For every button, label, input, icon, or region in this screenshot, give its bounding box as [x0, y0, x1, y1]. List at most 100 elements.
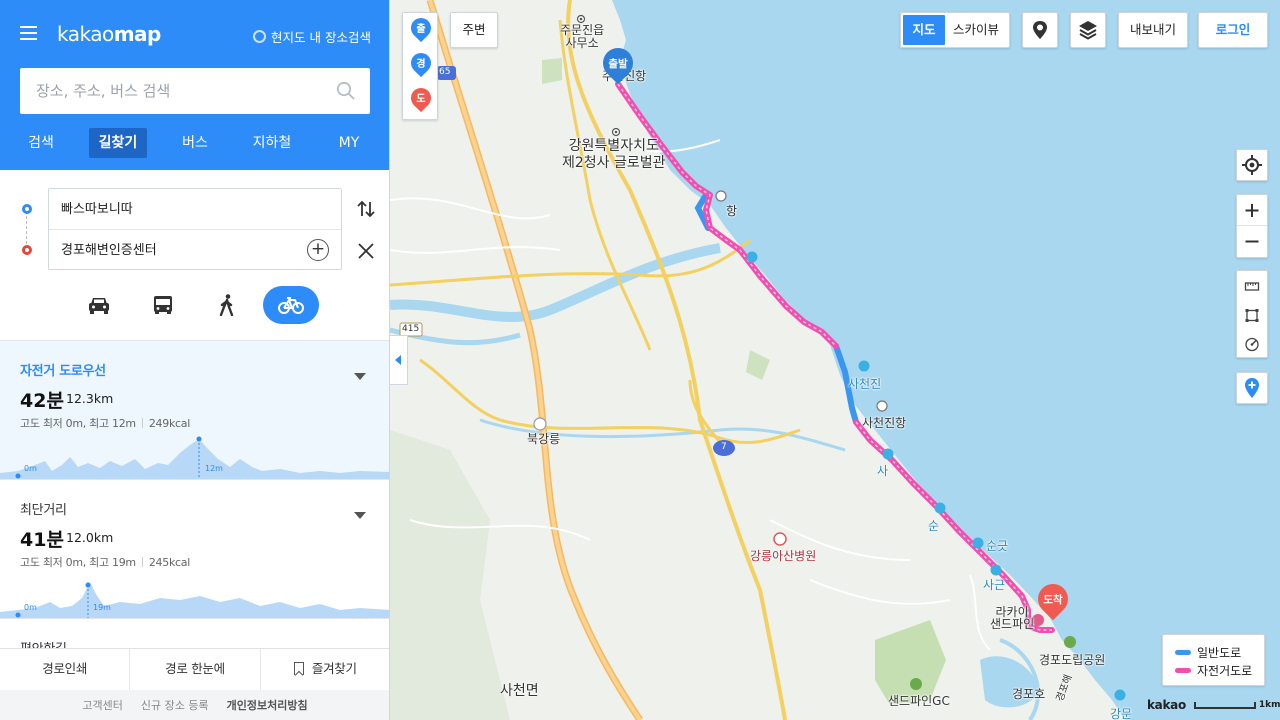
label-sungut[interactable]: 순긋: [986, 537, 1008, 554]
label-hang[interactable]: 항: [726, 202, 737, 219]
label-sandpine[interactable]: 라카이 샌드파인: [990, 606, 1034, 630]
customer-center-link[interactable]: 고객센터: [82, 697, 122, 713]
tab-subway[interactable]: 지하철: [243, 128, 301, 158]
route-time: 41분: [20, 529, 64, 551]
map-tools: [1236, 270, 1268, 358]
minus-icon: [1245, 240, 1259, 243]
label-sandpine-gc[interactable]: 샌드파인GC: [888, 692, 950, 709]
register-place-link[interactable]: 신규 장소 등록: [141, 697, 209, 713]
label-sacheon-myeon[interactable]: 사천면: [500, 683, 539, 700]
search-input[interactable]: [20, 68, 320, 114]
roadview-button[interactable]: [1022, 12, 1058, 48]
main-nav-tabs: 검색 길찾기 버스 지하철 MY: [12, 128, 378, 158]
label-jumunjin-office[interactable]: 주문진읍 사무소: [560, 24, 604, 50]
bookmark-icon: [293, 662, 304, 675]
radius-tool[interactable]: [1237, 330, 1267, 359]
label-gov-office[interactable]: 강원특별자치도 제2청사 글로벌관: [562, 138, 666, 172]
route-option-bike-road[interactable]: 자전거 도로우선 42분 12.3km 고도 최저 0m, 최고 12m 249k…: [0, 340, 389, 480]
start-pin-icon[interactable]: 출: [406, 13, 436, 46]
label-sacheonjin-port[interactable]: 사천진항: [862, 414, 906, 431]
ruler-tool[interactable]: [1237, 272, 1267, 301]
label-gangneung-asan-hospital[interactable]: 강릉아산병원: [750, 547, 816, 564]
nearby-button[interactable]: 주변: [450, 12, 498, 48]
destination-pin-icon[interactable]: 도: [406, 83, 436, 116]
local-search-label: 현지도 내 장소검색: [271, 30, 371, 45]
car-icon[interactable]: [83, 286, 115, 324]
label-gyeongpo-park[interactable]: 경포도립공원: [1039, 651, 1105, 668]
map-scale: kakao 1km: [1147, 698, 1280, 712]
label-sacheonjin[interactable]: 사천진: [848, 375, 881, 392]
map-type-map-button[interactable]: 지도: [903, 15, 945, 45]
layers-button[interactable]: [1070, 12, 1106, 48]
route-form: 빠스따보니따 경포해변인증센터 +: [0, 170, 389, 340]
collapse-panel-button[interactable]: [390, 335, 408, 385]
kakaomap-logo[interactable]: kakaomap: [57, 22, 161, 46]
label-sageun[interactable]: 사근: [983, 576, 1005, 593]
elevation-max-label: 19m: [93, 603, 111, 612]
bike-icon[interactable]: [263, 286, 319, 324]
my-location-button[interactable]: [1236, 149, 1268, 181]
tab-search[interactable]: 검색: [12, 128, 70, 158]
kakao-logo: kakao: [1147, 698, 1186, 712]
tab-bus[interactable]: 버스: [166, 128, 224, 158]
login-button[interactable]: 로그인: [1198, 12, 1268, 48]
legend-label: 자전거도로: [1197, 663, 1253, 678]
label-sun[interactable]: 순: [928, 517, 939, 534]
travel-mode-selector: [67, 286, 323, 324]
elevation-profile-chart: [0, 436, 389, 480]
panel-header: kakaomap 현지도 내 장소검색 검색 길찾기 버스 지하철 MY: [0, 0, 389, 170]
route-option-shortest[interactable]: 최단거리 41분 12.0km 고도 최저 0m, 최고 19m 245kcal …: [0, 479, 389, 619]
calories: 245kcal: [148, 556, 190, 569]
elevation-min-label: 0m: [24, 464, 37, 473]
tab-directions[interactable]: 길찾기: [89, 128, 147, 158]
close-icon[interactable]: [357, 242, 375, 260]
tab-my[interactable]: MY: [320, 128, 378, 158]
route-overview-button[interactable]: 경로 한눈에: [130, 649, 261, 690]
chevron-down-icon[interactable]: [354, 373, 366, 380]
scale-label: 1km: [1258, 700, 1280, 710]
roadview-icon: [1033, 21, 1047, 39]
start-field[interactable]: 빠스따보니따: [49, 189, 341, 230]
side-panel: kakaomap 현지도 내 장소검색 검색 길찾기 버스 지하철 MY: [0, 0, 390, 720]
elevation-min-label: 0m: [24, 603, 37, 612]
bus-icon[interactable]: [147, 286, 179, 324]
privacy-policy-link[interactable]: 개인정보처리방침: [227, 697, 308, 713]
waypoint-pin-icon[interactable]: 경: [406, 48, 436, 81]
walk-icon[interactable]: [211, 286, 243, 324]
compass-icon: [1245, 337, 1259, 352]
hamburger-menu-icon[interactable]: [20, 26, 37, 42]
start-marker-label: 출발: [608, 58, 628, 70]
route-connector-line: [26, 216, 27, 244]
map-type-skyview-button[interactable]: 스카이뷰: [945, 15, 1007, 45]
label-gyeongpo-lake[interactable]: 경포호: [1012, 685, 1045, 702]
swap-icon[interactable]: [356, 199, 376, 219]
road-shield-415: 415: [402, 324, 420, 334]
label-gangmun[interactable]: 강문: [1110, 705, 1132, 720]
favorite-button[interactable]: 즐겨찾기: [261, 649, 389, 690]
area-icon: [1245, 309, 1259, 322]
crosshair-icon: [1242, 155, 1262, 175]
label-sa[interactable]: 사: [877, 462, 888, 479]
zoom-in-button[interactable]: [1237, 195, 1267, 226]
destination-field[interactable]: 경포해변인증센터: [49, 230, 341, 271]
area-tool[interactable]: [1237, 301, 1267, 330]
label-bukgangneung[interactable]: 북강릉: [527, 430, 560, 447]
scale-bar: [1193, 701, 1256, 709]
radio-icon: [253, 30, 267, 43]
add-waypoint-icon[interactable]: +: [307, 239, 329, 261]
local-map-search-toggle[interactable]: 현지도 내 장소검색: [253, 27, 371, 46]
route-actions: 경로인쇄 경로 한눈에 즐겨찾기: [0, 648, 389, 690]
panel-footer: 고객센터 신규 장소 등록 개인정보처리방침: [0, 690, 389, 720]
zoom-out-button[interactable]: [1237, 226, 1267, 257]
export-button[interactable]: 내보내기: [1118, 12, 1188, 48]
search-icon[interactable]: [336, 81, 356, 101]
route-time: 42분: [20, 390, 64, 412]
print-route-button[interactable]: 경로인쇄: [0, 649, 131, 690]
route-option-title: 자전거 도로우선: [20, 364, 106, 379]
map-type-toggle: 지도 스카이뷰: [900, 12, 1010, 48]
map-canvas[interactable]: 65 415 7 주문진읍 사무소 주문진항 강원특별자치도 제2청사 글로벌관…: [390, 0, 1280, 720]
chevron-down-icon[interactable]: [354, 512, 366, 519]
add-place-button[interactable]: [1236, 372, 1268, 404]
calories: 249kcal: [148, 417, 190, 430]
road-shield-65: 65: [439, 67, 451, 77]
